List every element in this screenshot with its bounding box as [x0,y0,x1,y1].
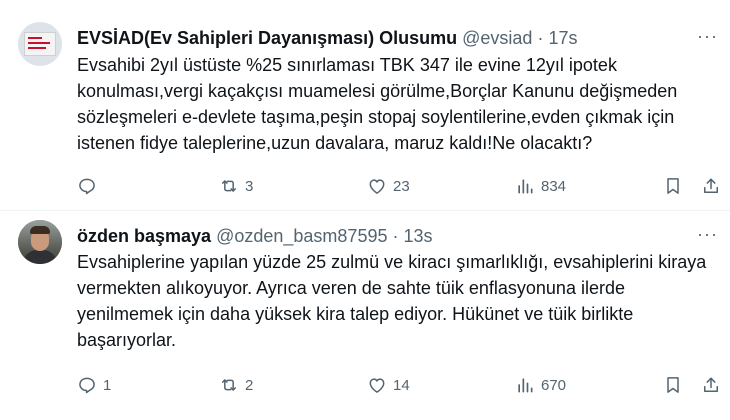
reply-button[interactable]: 1 [77,373,111,397]
timestamp[interactable]: 13s [404,226,433,246]
retweet-icon [222,379,236,391]
share-button[interactable] [701,174,721,198]
views-icon [518,179,533,194]
tweet-1[interactable]: EVSİAD(Ev Sahipleri Dayanışması) Olusumu… [0,0,730,210]
user-handle[interactable]: @evsiad [462,28,532,48]
timestamp[interactable]: 17s [548,28,577,48]
views-button[interactable]: 670 [515,373,566,397]
share-icon [704,178,718,193]
user-handle[interactable]: @ozden_basm87595 [216,226,387,246]
reply-count: 1 [103,376,112,394]
bookmark-button[interactable] [663,373,683,397]
like-button[interactable]: 23 [367,174,410,198]
like-icon [369,378,385,393]
reply-icon [79,377,95,394]
separator-dot: · [392,226,399,246]
share-icon [704,377,718,392]
tweet-text: Evsahiplerine yapılan yüzde 25 zulmü ve … [77,252,707,350]
action-bar: 3 23 834 [77,174,718,198]
views-count: 834 [541,177,567,195]
tweet-text: Evsahibi 2yıl üstüste %25 sınırlaması TB… [77,55,678,153]
share-button[interactable] [701,373,721,397]
views-button[interactable]: 834 [515,174,566,198]
like-count: 23 [393,177,410,195]
retweet-count: 3 [245,177,254,195]
like-button[interactable]: 14 [367,373,410,397]
more-icon[interactable]: ··· [697,224,718,245]
bookmark-button[interactable] [663,174,683,198]
action-bar: 1 2 14 670 [77,373,718,397]
tweet-header: özden başmaya @ozden_basm87595 · 13s [77,225,433,247]
reply-button[interactable] [77,174,103,198]
display-name[interactable]: özden başmaya [77,226,211,246]
tweet-2[interactable]: özden başmaya @ozden_basm87595 · 13s ···… [0,210,730,420]
bookmark-icon [667,377,679,393]
avatar[interactable] [18,220,62,264]
avatar-logo-card [24,32,56,56]
like-count: 14 [393,376,410,394]
avatar[interactable] [18,22,62,66]
display-name[interactable]: EVSİAD(Ev Sahipleri Dayanışması) Olusumu [77,28,457,48]
reply-icon [79,178,95,195]
retweet-button[interactable]: 3 [219,174,253,198]
bookmark-icon [667,178,679,194]
retweet-icon [222,180,236,192]
retweet-count: 2 [245,376,254,394]
more-icon[interactable]: ··· [697,26,718,47]
separator-dot: · [537,28,544,48]
tweet-header: EVSİAD(Ev Sahipleri Dayanışması) Olusumu… [77,27,578,49]
retweet-button[interactable]: 2 [219,373,253,397]
views-count: 670 [541,376,567,394]
views-icon [518,378,533,393]
like-icon [369,179,385,194]
